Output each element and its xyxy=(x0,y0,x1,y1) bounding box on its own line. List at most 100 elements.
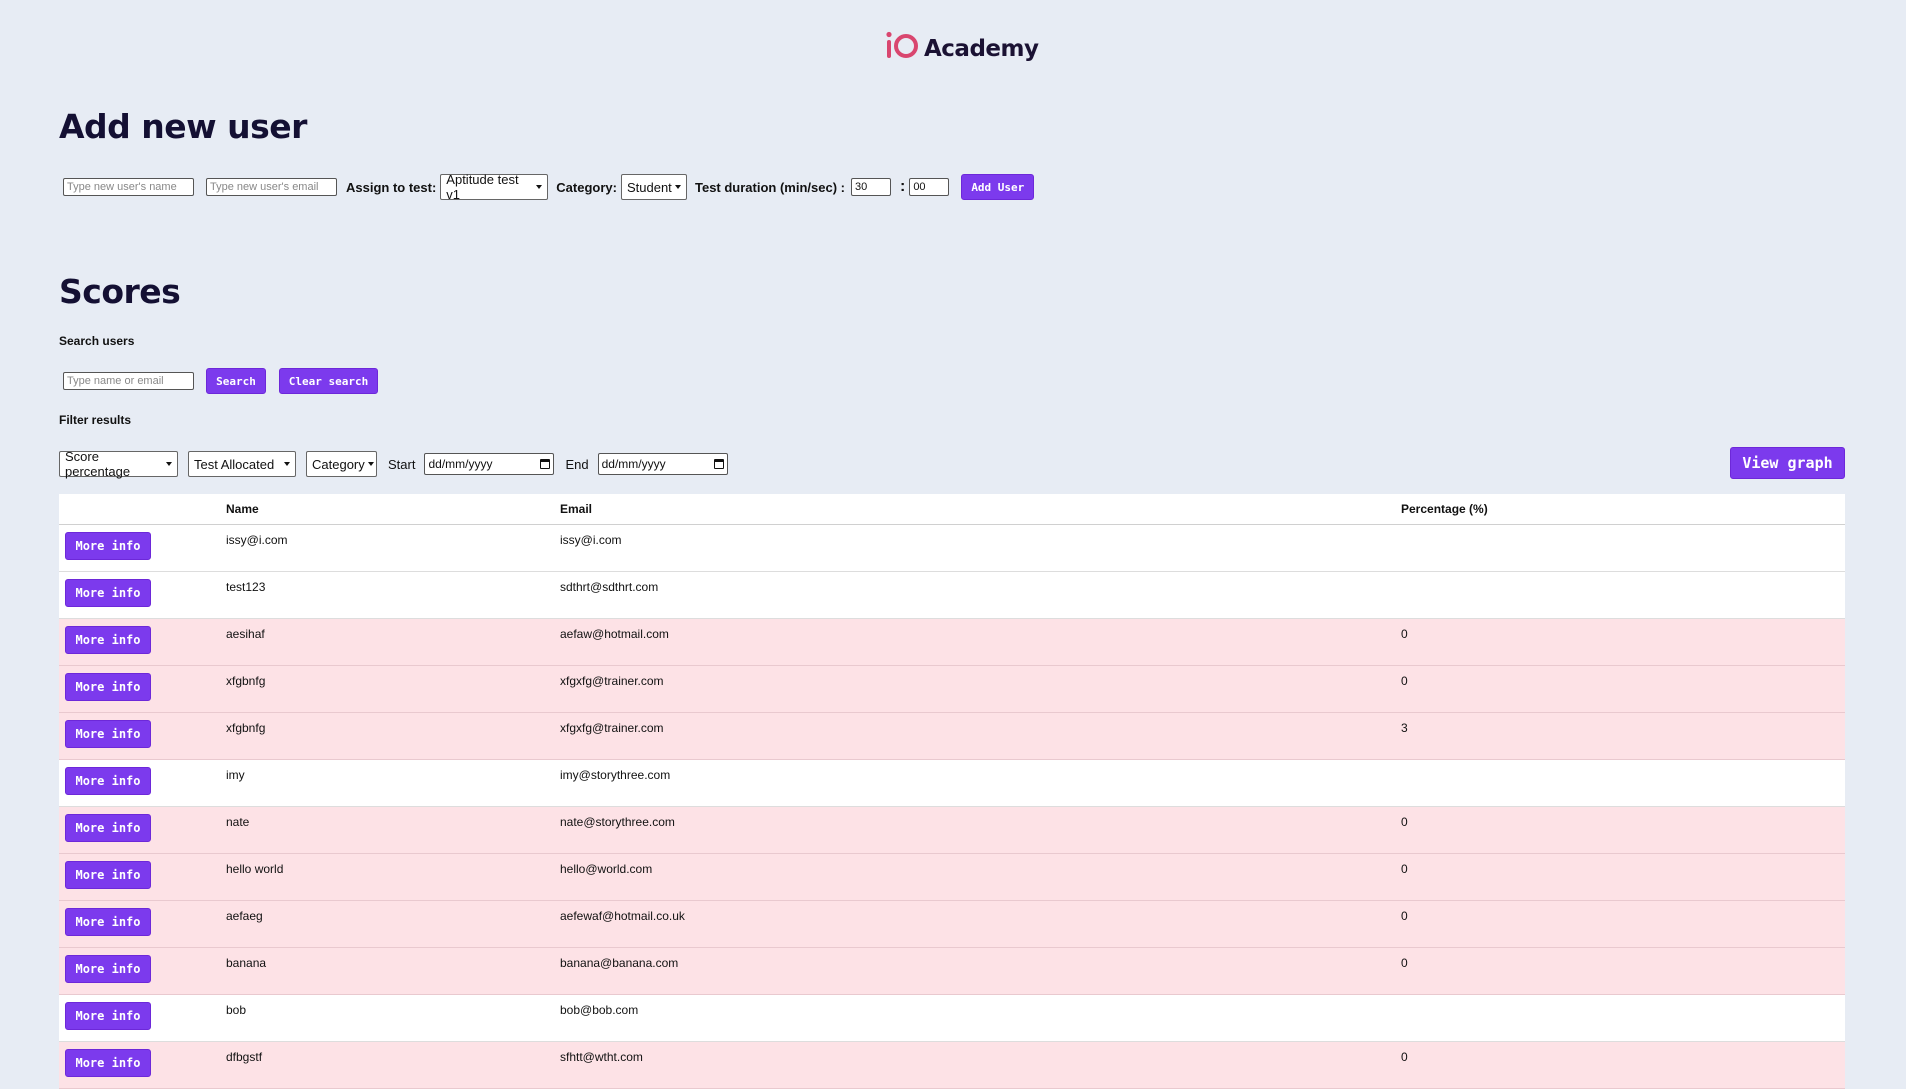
more-info-button[interactable]: More info xyxy=(65,814,151,842)
cell-name: aesihaf xyxy=(226,627,265,641)
more-info-button[interactable]: More info xyxy=(65,673,151,701)
more-info-button[interactable]: More info xyxy=(65,579,151,607)
dropdown-caret-icon xyxy=(284,462,290,466)
cell-email: aefewaf@hotmail.co.uk xyxy=(560,909,685,923)
column-header-name: Name xyxy=(226,502,259,516)
search-input[interactable]: Type name or email xyxy=(63,372,194,390)
duration-minutes-input[interactable]: 30 xyxy=(850,178,891,196)
more-info-button[interactable]: More info xyxy=(65,720,151,748)
more-info-button[interactable]: More info xyxy=(65,1002,151,1030)
table-row: More info aefaeg aefewaf@hotmail.co.uk 0 xyxy=(59,901,1845,948)
calendar-icon[interactable] xyxy=(713,459,724,469)
category-filter-select[interactable]: Category xyxy=(306,451,377,477)
brand-name: Academy xyxy=(924,35,1039,62)
dropdown-caret-icon xyxy=(367,462,374,466)
cell-email: sfhtt@wtht.com xyxy=(560,1050,643,1064)
table-row: More info banana banana@banana.com 0 xyxy=(59,948,1845,995)
cell-name: test123 xyxy=(226,580,266,594)
cell-name: xfgbnfg xyxy=(226,721,266,735)
dropdown-caret-icon xyxy=(674,185,681,189)
cell-email: bob@bob.com xyxy=(560,1003,639,1017)
table-row: More info nate nate@storythree.com 0 xyxy=(59,807,1845,854)
search-users-heading: Search users xyxy=(59,334,135,348)
score-percentage-value: Score percentage xyxy=(65,449,131,479)
test-allocated-select[interactable]: Test Allocated xyxy=(188,451,296,477)
clear-search-button[interactable]: Clear search xyxy=(279,368,378,394)
cell-percentage: 0 xyxy=(1401,909,1408,923)
cell-percentage: 0 xyxy=(1401,1050,1408,1064)
search-button[interactable]: Search xyxy=(206,368,266,394)
category-label: Category: xyxy=(556,179,617,195)
new-user-email-input[interactable]: Type new user's email xyxy=(206,178,337,196)
cell-email: hello@world.com xyxy=(560,862,653,876)
table-row: More info dfbgstf sfhtt@wtht.com 0 xyxy=(59,1042,1845,1089)
end-date-label: End xyxy=(565,456,589,472)
cell-email: nate@storythree.com xyxy=(560,815,675,829)
end-date-value: dd/mm/yyyy xyxy=(601,457,666,471)
assign-test-label: Assign to test: xyxy=(346,179,437,195)
academy-logo: Academy xyxy=(886,30,1039,64)
more-info-button[interactable]: More info xyxy=(65,532,151,560)
table-body: More info issy@i.com issy@i.com More info te… xyxy=(59,525,1845,1089)
cell-name: dfbgstf xyxy=(226,1050,263,1064)
view-graph-button[interactable]: View graph xyxy=(1730,447,1845,479)
cell-name: xfgbnfg xyxy=(226,674,266,688)
duration-seconds-input[interactable]: 00 xyxy=(909,178,950,196)
cell-email: aefaw@hotmail.com xyxy=(560,627,669,641)
add-user-form: Type new user's name Type new user's ema… xyxy=(63,172,1035,202)
more-info-button[interactable]: More info xyxy=(65,861,151,889)
cell-name: imy xyxy=(226,768,245,782)
cell-name: issy@i.com xyxy=(226,533,288,547)
more-info-button[interactable]: More info xyxy=(65,908,151,936)
test-allocated-value: Test Allocated xyxy=(194,456,275,472)
table-row: More info xfgbnfg xfgxfg@trainer.com 0 xyxy=(59,666,1845,713)
new-user-name-input[interactable]: Type new user's name xyxy=(63,178,194,196)
io-logo-icon xyxy=(886,31,918,58)
category-select[interactable]: Student xyxy=(620,174,687,200)
start-date-value: dd/mm/yyyy xyxy=(428,457,493,471)
table-row: More info issy@i.com issy@i.com xyxy=(59,525,1845,572)
scores-table: Name Email Percentage (%) More info issy@… xyxy=(59,494,1845,1089)
cell-percentage: 0 xyxy=(1401,674,1408,688)
cell-name: bob xyxy=(226,1003,247,1017)
cell-name: banana xyxy=(226,956,267,970)
add-user-button[interactable]: Add User xyxy=(961,174,1035,200)
cell-percentage: 0 xyxy=(1401,815,1408,829)
table-row: More info hello world hello@world.com 0 xyxy=(59,854,1845,901)
start-date-input[interactable]: dd/mm/yyyy xyxy=(424,453,555,475)
column-header-percentage: Percentage (%) xyxy=(1401,502,1488,516)
cell-percentage: 0 xyxy=(1401,627,1408,641)
table-row: More info bob bob@bob.com xyxy=(59,995,1845,1042)
cell-email: sdthrt@sdthrt.com xyxy=(560,580,659,594)
dropdown-caret-icon xyxy=(166,462,172,466)
cell-email: banana@banana.com xyxy=(560,956,679,970)
cell-name: nate xyxy=(226,815,250,829)
column-header-email: Email xyxy=(560,502,593,516)
cell-name: aefaeg xyxy=(226,909,263,923)
cell-email: issy@i.com xyxy=(560,533,622,547)
search-bar: Type name or email Search Clear search xyxy=(63,368,378,394)
more-info-button[interactable]: More info xyxy=(65,1049,151,1077)
cell-percentage: 0 xyxy=(1401,956,1408,970)
cell-name: hello world xyxy=(226,862,284,876)
duration-label: Test duration (min/sec) : xyxy=(694,179,845,195)
category-value: Student xyxy=(626,179,672,195)
cell-email: xfgxfg@trainer.com xyxy=(560,674,664,688)
table-row: More info xfgbnfg xfgxfg@trainer.com 3 xyxy=(59,713,1845,760)
scores-title: Scores xyxy=(59,272,181,311)
cell-percentage: 3 xyxy=(1401,721,1408,735)
category-filter-value: Category xyxy=(312,456,365,472)
end-date-input[interactable]: dd/mm/yyyy xyxy=(597,453,728,475)
more-info-button[interactable]: More info xyxy=(65,955,151,983)
cell-email: xfgxfg@trainer.com xyxy=(560,721,664,735)
filter-results-heading: Filter results xyxy=(59,413,132,427)
duration-separator: : xyxy=(899,178,906,195)
more-info-button[interactable]: More info xyxy=(65,626,151,654)
calendar-icon[interactable] xyxy=(540,459,551,469)
filter-bar: Score percentage Test Allocated Category… xyxy=(59,449,728,479)
score-percentage-select[interactable]: Score percentage xyxy=(59,449,178,479)
assign-test-select[interactable]: Aptitude test v1 xyxy=(440,172,549,202)
table-row: More info aesihaf aefaw@hotmail.com 0 xyxy=(59,619,1845,666)
more-info-button[interactable]: More info xyxy=(65,767,151,795)
cell-email: imy@storythree.com xyxy=(560,768,671,782)
